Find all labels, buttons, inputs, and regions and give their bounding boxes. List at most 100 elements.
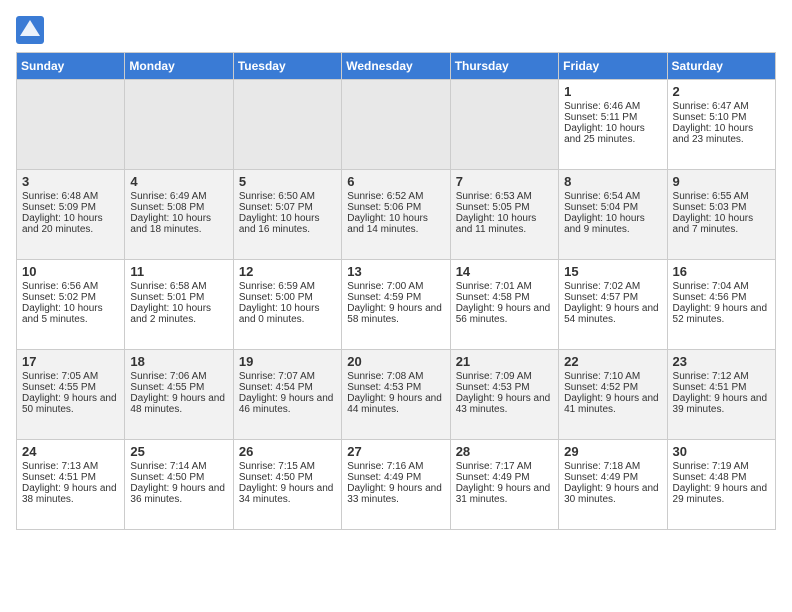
day-cell	[450, 80, 558, 170]
day-cell: 14Sunrise: 7:01 AMSunset: 4:58 PMDayligh…	[450, 260, 558, 350]
day-info: Sunrise: 6:56 AM	[22, 281, 119, 292]
day-number: 24	[22, 444, 119, 459]
calendar-header: SundayMondayTuesdayWednesdayThursdayFrid…	[17, 53, 776, 80]
day-info: Sunrise: 7:08 AM	[347, 371, 444, 382]
day-info: Daylight: 9 hours and 52 minutes.	[673, 303, 770, 325]
day-cell: 17Sunrise: 7:05 AMSunset: 4:55 PMDayligh…	[17, 350, 125, 440]
header-cell-saturday: Saturday	[667, 53, 775, 80]
day-cell: 26Sunrise: 7:15 AMSunset: 4:50 PMDayligh…	[233, 440, 341, 530]
header-cell-wednesday: Wednesday	[342, 53, 450, 80]
day-info: Sunrise: 7:09 AM	[456, 371, 553, 382]
day-info: Sunset: 5:02 PM	[22, 292, 119, 303]
day-info: Sunset: 4:49 PM	[347, 472, 444, 483]
day-info: Sunset: 4:49 PM	[456, 472, 553, 483]
day-info: Sunrise: 6:48 AM	[22, 191, 119, 202]
day-number: 11	[130, 264, 227, 279]
day-cell: 25Sunrise: 7:14 AMSunset: 4:50 PMDayligh…	[125, 440, 233, 530]
day-info: Daylight: 9 hours and 31 minutes.	[456, 483, 553, 505]
day-cell	[17, 80, 125, 170]
day-cell: 1Sunrise: 6:46 AMSunset: 5:11 PMDaylight…	[559, 80, 667, 170]
day-cell: 7Sunrise: 6:53 AMSunset: 5:05 PMDaylight…	[450, 170, 558, 260]
day-info: Sunset: 5:04 PM	[564, 202, 661, 213]
day-number: 1	[564, 84, 661, 99]
day-cell: 3Sunrise: 6:48 AMSunset: 5:09 PMDaylight…	[17, 170, 125, 260]
day-info: Sunset: 4:51 PM	[22, 472, 119, 483]
day-info: Sunrise: 7:16 AM	[347, 461, 444, 472]
day-number: 30	[673, 444, 770, 459]
day-info: Sunrise: 7:19 AM	[673, 461, 770, 472]
day-number: 23	[673, 354, 770, 369]
day-info: Sunset: 4:50 PM	[130, 472, 227, 483]
day-info: Sunset: 5:05 PM	[456, 202, 553, 213]
day-info: Daylight: 10 hours and 11 minutes.	[456, 213, 553, 235]
day-cell: 4 Sunrise: 6:49 AMSunset: 5:08 PMDaylight…	[125, 170, 233, 260]
day-cell	[125, 80, 233, 170]
day-cell: 29Sunrise: 7:18 AMSunset: 4:49 PMDayligh…	[559, 440, 667, 530]
day-info: Sunset: 4:51 PM	[673, 382, 770, 393]
logo	[16, 16, 48, 44]
day-info: Daylight: 9 hours and 29 minutes.	[673, 483, 770, 505]
day-number: 28	[456, 444, 553, 459]
day-info: Daylight: 9 hours and 50 minutes.	[22, 393, 119, 415]
day-info: Sunrise: 7:07 AM	[239, 371, 336, 382]
day-info: Sunset: 4:56 PM	[673, 292, 770, 303]
day-info: Sunset: 5:06 PM	[347, 202, 444, 213]
day-cell: 24Sunrise: 7:13 AMSunset: 4:51 PMDayligh…	[17, 440, 125, 530]
day-info: Daylight: 10 hours and 14 minutes.	[347, 213, 444, 235]
day-cell: 20Sunrise: 7:08 AMSunset: 4:53 PMDayligh…	[342, 350, 450, 440]
day-info: Daylight: 10 hours and 20 minutes.	[22, 213, 119, 235]
day-cell: 5Sunrise: 6:50 AMSunset: 5:07 PMDaylight…	[233, 170, 341, 260]
day-info: Sunrise: 7:18 AM	[564, 461, 661, 472]
day-info: Sunrise: 7:10 AM	[564, 371, 661, 382]
page-header	[16, 16, 776, 44]
day-number: 26	[239, 444, 336, 459]
day-cell: 28Sunrise: 7:17 AMSunset: 4:49 PMDayligh…	[450, 440, 558, 530]
day-info: Sunset: 4:54 PM	[239, 382, 336, 393]
day-info: Daylight: 9 hours and 58 minutes.	[347, 303, 444, 325]
day-number: 7	[456, 174, 553, 189]
day-info: Sunrise: 6:59 AM	[239, 281, 336, 292]
day-cell: 13Sunrise: 7:00 AMSunset: 4:59 PMDayligh…	[342, 260, 450, 350]
day-info: Sunset: 5:01 PM	[130, 292, 227, 303]
day-number: 22	[564, 354, 661, 369]
day-info: Daylight: 10 hours and 18 minutes.	[130, 213, 227, 235]
day-number: 4	[130, 174, 227, 189]
day-number: 6	[347, 174, 444, 189]
day-cell: 23Sunrise: 7:12 AMSunset: 4:51 PMDayligh…	[667, 350, 775, 440]
day-cell: 11Sunrise: 6:58 AMSunset: 5:01 PMDayligh…	[125, 260, 233, 350]
day-info: Sunset: 5:08 PM	[130, 202, 227, 213]
day-info: Sunset: 5:07 PM	[239, 202, 336, 213]
day-info: Sunrise: 7:05 AM	[22, 371, 119, 382]
day-number: 21	[456, 354, 553, 369]
day-info: Sunset: 4:48 PM	[673, 472, 770, 483]
day-info: Sunset: 4:49 PM	[564, 472, 661, 483]
day-number: 16	[673, 264, 770, 279]
day-info: Daylight: 9 hours and 39 minutes.	[673, 393, 770, 415]
day-number: 27	[347, 444, 444, 459]
day-number: 8	[564, 174, 661, 189]
week-row-3: 10Sunrise: 6:56 AMSunset: 5:02 PMDayligh…	[17, 260, 776, 350]
day-cell: 19Sunrise: 7:07 AMSunset: 4:54 PMDayligh…	[233, 350, 341, 440]
day-cell: 27Sunrise: 7:16 AMSunset: 4:49 PMDayligh…	[342, 440, 450, 530]
day-cell: 10Sunrise: 6:56 AMSunset: 5:02 PMDayligh…	[17, 260, 125, 350]
day-info: Sunrise: 6:52 AM	[347, 191, 444, 202]
day-info: Daylight: 10 hours and 7 minutes.	[673, 213, 770, 235]
day-number: 5	[239, 174, 336, 189]
calendar-table: SundayMondayTuesdayWednesdayThursdayFrid…	[16, 52, 776, 530]
day-info: Daylight: 9 hours and 48 minutes.	[130, 393, 227, 415]
day-info: Sunset: 5:09 PM	[22, 202, 119, 213]
day-info: Daylight: 9 hours and 34 minutes.	[239, 483, 336, 505]
header-row: SundayMondayTuesdayWednesdayThursdayFrid…	[17, 53, 776, 80]
day-cell: 2Sunrise: 6:47 AMSunset: 5:10 PMDaylight…	[667, 80, 775, 170]
day-info: Sunrise: 6:55 AM	[673, 191, 770, 202]
day-cell: 18Sunrise: 7:06 AMSunset: 4:55 PMDayligh…	[125, 350, 233, 440]
week-row-2: 3Sunrise: 6:48 AMSunset: 5:09 PMDaylight…	[17, 170, 776, 260]
day-number: 25	[130, 444, 227, 459]
day-info: Sunrise: 6:58 AM	[130, 281, 227, 292]
day-info: Sunrise: 7:01 AM	[456, 281, 553, 292]
day-info: Sunrise: 6:49 AM	[130, 191, 227, 202]
day-number: 14	[456, 264, 553, 279]
day-cell: 22Sunrise: 7:10 AMSunset: 4:52 PMDayligh…	[559, 350, 667, 440]
day-info: Sunset: 4:55 PM	[130, 382, 227, 393]
day-info: Sunrise: 7:13 AM	[22, 461, 119, 472]
